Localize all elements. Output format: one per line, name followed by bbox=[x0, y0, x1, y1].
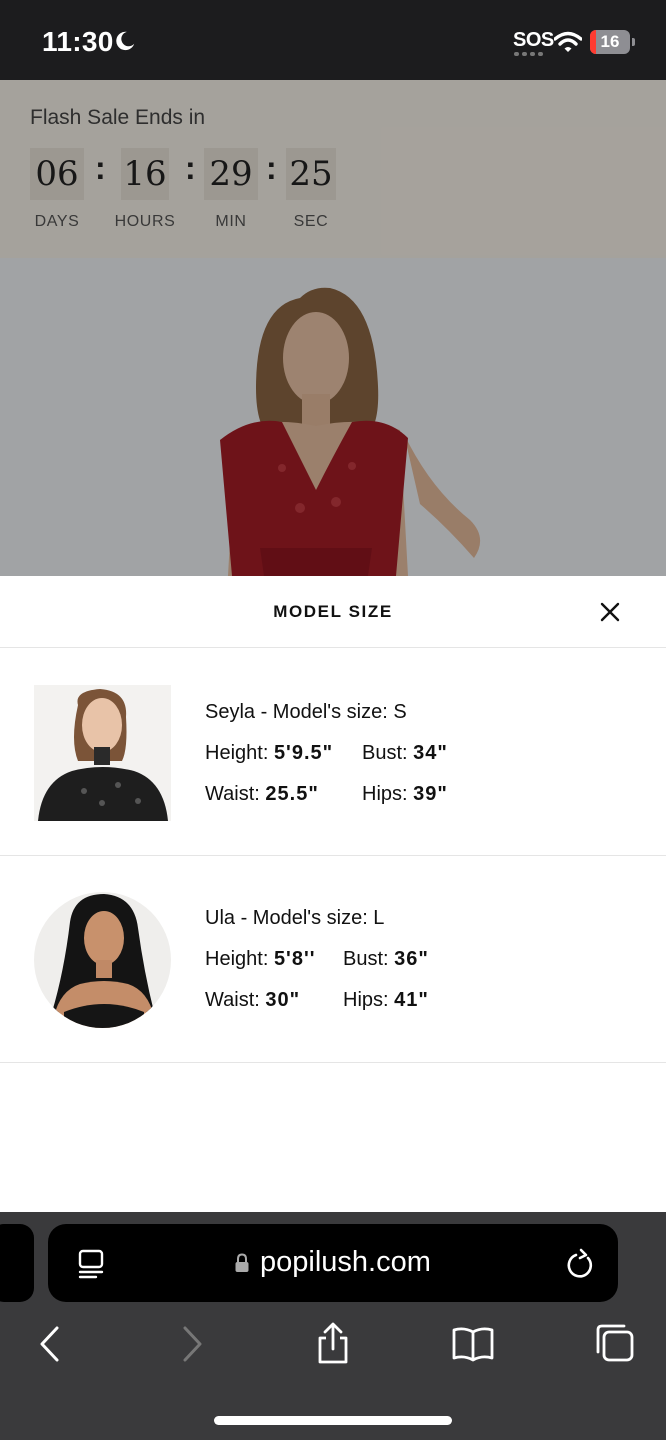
book-icon[interactable] bbox=[451, 1322, 495, 1366]
model-name-size: Seyla - Model's size: S bbox=[205, 701, 407, 723]
height-label: Height: bbox=[205, 948, 269, 970]
wifi-icon bbox=[554, 31, 582, 52]
close-icon[interactable] bbox=[596, 598, 624, 626]
bust-value: 34" bbox=[413, 742, 448, 764]
height-value: 5'9.5" bbox=[273, 742, 334, 764]
waist-label: Waist: bbox=[205, 989, 260, 1011]
tabs-icon[interactable] bbox=[592, 1322, 636, 1366]
model-bust: Bust: 36" bbox=[343, 948, 429, 971]
share-icon[interactable] bbox=[311, 1322, 355, 1366]
home-indicator[interactable] bbox=[214, 1416, 452, 1425]
model-photo-ula-image bbox=[34, 892, 171, 1028]
model-row-ula: Ula - Model's size: L Height: 5'8'' Bust… bbox=[0, 856, 666, 1063]
moon-icon bbox=[116, 31, 135, 51]
height-value: 5'8'' bbox=[273, 948, 316, 970]
model-bust: Bust: 34" bbox=[362, 742, 448, 765]
hips-label: Hips: bbox=[343, 989, 389, 1011]
model-waist: Waist: 25.5" bbox=[205, 783, 319, 806]
product-page-background: Flash Sale Ends in 06 : 16 : 29 : 25 DAY… bbox=[0, 80, 666, 576]
model-waist: Waist: 30" bbox=[205, 989, 300, 1012]
browser-chrome: popilush.com bbox=[0, 1212, 666, 1440]
hips-label: Hips: bbox=[362, 783, 408, 805]
status-bar: 11:30 SOS 16 bbox=[0, 0, 666, 80]
bust-label: Bust: bbox=[343, 948, 389, 970]
model-photo-ula bbox=[34, 892, 171, 1028]
hips-value: 41" bbox=[394, 989, 429, 1011]
waist-value: 30" bbox=[265, 989, 301, 1011]
model-row-seyla: Seyla - Model's size: S Height: 5'9.5" B… bbox=[0, 649, 666, 856]
height-label: Height: bbox=[205, 742, 269, 764]
battery-level: 16 bbox=[600, 32, 620, 51]
hips-value: 39" bbox=[413, 783, 448, 805]
model-height: Height: 5'9.5" bbox=[205, 742, 333, 765]
status-time: 11:30 bbox=[42, 26, 114, 57]
bust-label: Bust: bbox=[362, 742, 408, 764]
battery-cap bbox=[632, 38, 635, 46]
model-photo-seyla bbox=[34, 685, 171, 821]
model-height: Height: 5'8'' bbox=[205, 948, 315, 971]
reload-icon[interactable] bbox=[564, 1246, 596, 1280]
chevron-right-icon[interactable] bbox=[170, 1322, 214, 1366]
previous-tab-edge[interactable] bbox=[0, 1224, 34, 1302]
bust-value: 36" bbox=[394, 948, 429, 970]
waist-label: Waist: bbox=[205, 783, 260, 805]
lock-icon bbox=[235, 1253, 249, 1272]
battery-icon: 16 bbox=[590, 30, 630, 54]
signal-dots-icon bbox=[514, 52, 546, 56]
model-name-size: Ula - Model's size: L bbox=[205, 907, 385, 929]
modal-overlay[interactable] bbox=[0, 80, 666, 576]
model-size-sheet: MODEL SIZE Seyla - Model's size: S Heigh… bbox=[0, 576, 666, 1212]
address-bar[interactable]: popilush.com bbox=[48, 1224, 618, 1302]
model-hips: Hips: 41" bbox=[343, 989, 429, 1012]
url-text[interactable]: popilush.com bbox=[260, 1246, 431, 1279]
sheet-title: MODEL SIZE bbox=[273, 602, 393, 621]
status-sos: SOS bbox=[513, 29, 554, 51]
model-hips: Hips: 39" bbox=[362, 783, 448, 806]
reader-icon[interactable] bbox=[76, 1248, 106, 1280]
waist-value: 25.5" bbox=[265, 783, 319, 805]
chevron-left-icon[interactable] bbox=[28, 1322, 72, 1366]
model-photo-seyla-image bbox=[34, 685, 171, 821]
sheet-header: MODEL SIZE bbox=[0, 576, 666, 648]
